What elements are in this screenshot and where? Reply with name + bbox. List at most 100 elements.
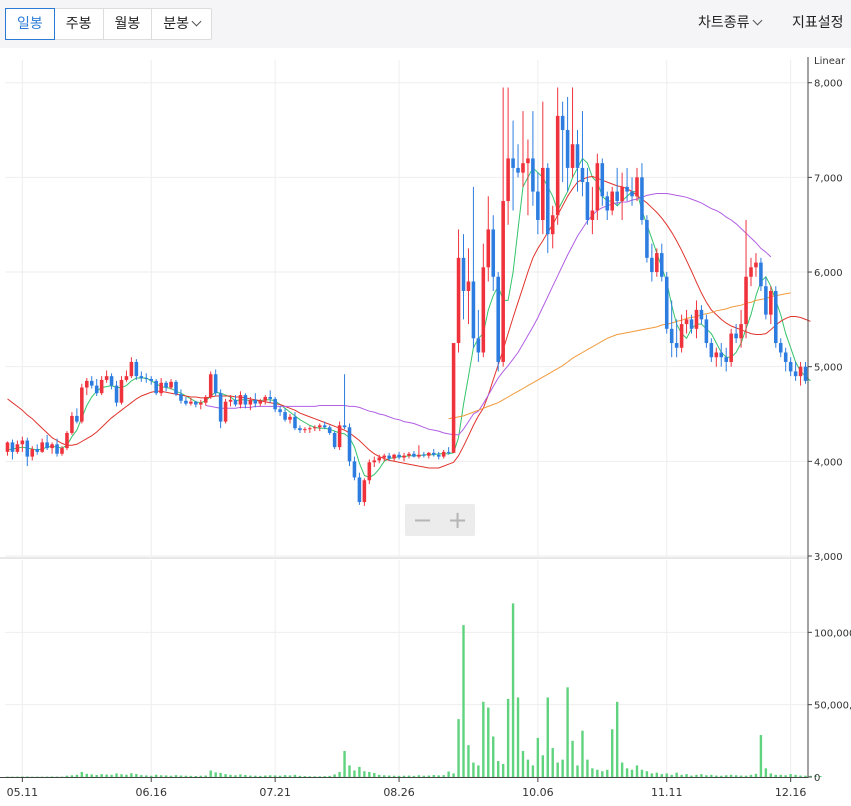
- candle-body: [253, 399, 258, 404]
- volume-bar: [209, 770, 212, 777]
- volume-bar: [80, 771, 84, 777]
- zoom-out-button[interactable]: −: [405, 504, 440, 536]
- candle-body: [684, 319, 689, 325]
- volume-bar: [660, 774, 663, 777]
- candle-body: [273, 398, 277, 410]
- volume-bar: [739, 775, 743, 777]
- volume-bar: [219, 772, 222, 777]
- volume-bar: [511, 603, 515, 777]
- volume-bar: [199, 775, 202, 777]
- price-tick-label: 7,000: [814, 173, 843, 184]
- candle-body: [724, 357, 728, 362]
- candle-body: [526, 158, 530, 164]
- volume-bar: [561, 759, 564, 777]
- volume-bar: [110, 774, 113, 777]
- volume-bar: [333, 774, 336, 777]
- candle-body: [159, 382, 163, 394]
- candle-body: [550, 215, 555, 235]
- volume-bar: [467, 745, 470, 777]
- volume-bar: [556, 762, 559, 777]
- volume-bar: [551, 748, 554, 777]
- volume-bar: [744, 775, 748, 777]
- volume-bar: [615, 701, 619, 777]
- volume-bar: [273, 775, 277, 777]
- volume-bar: [625, 768, 629, 777]
- volume-bar: [596, 769, 599, 777]
- volume-bar: [298, 775, 302, 777]
- volume-bar: [194, 775, 198, 777]
- volume-bar: [288, 775, 292, 777]
- volume-bar: [135, 773, 138, 777]
- candle-body: [501, 201, 505, 362]
- volume-bar: [774, 774, 777, 777]
- volume-bar: [70, 775, 74, 777]
- volume-bar: [417, 775, 421, 777]
- candle-body: [560, 115, 565, 131]
- candle-body: [377, 457, 382, 461]
- candle-body: [565, 130, 570, 168]
- candle-body: [798, 366, 803, 377]
- volume-bar: [581, 730, 584, 777]
- candle-body: [595, 163, 600, 211]
- volume-bar: [150, 775, 153, 777]
- stock-chart[interactable]: 3,000 4,000 5,000 6,000 7,000 8,000 0 50,000,0 1…: [0, 0, 851, 806]
- volume-bar: [313, 776, 316, 777]
- candle-body: [154, 380, 158, 394]
- volume-bar: [566, 687, 569, 777]
- volume-bar: [705, 775, 708, 777]
- volume-bar: [586, 759, 589, 777]
- volume-bar: [462, 625, 465, 777]
- moving-average-lines: [7, 157, 811, 478]
- candle-body: [104, 376, 109, 380]
- volume-bar: [239, 774, 242, 777]
- scale-label[interactable]: Linear: [814, 56, 846, 67]
- volume-bar: [308, 776, 312, 777]
- candle-body: [506, 158, 510, 202]
- volume-bar: [323, 776, 326, 777]
- volume-bar: [442, 775, 445, 777]
- price-tick-label: 5,000: [814, 363, 843, 374]
- volume-bar: [645, 771, 649, 777]
- volume-bar: [665, 773, 668, 777]
- volume-bar: [268, 775, 272, 777]
- volume-bar: [293, 774, 297, 777]
- candle-body: [476, 338, 481, 353]
- volume-bar: [278, 775, 282, 777]
- candle-body: [402, 455, 406, 458]
- candle-body: [461, 257, 466, 291]
- candle-body: [744, 276, 748, 325]
- price-tick-label: 6,000: [814, 268, 843, 279]
- zoom-in-button[interactable]: +: [440, 504, 475, 536]
- volume-bars: [6, 603, 822, 778]
- candle-body: [516, 167, 520, 173]
- volume-bar: [804, 775, 807, 777]
- volume-bar: [254, 775, 257, 777]
- volume-bar: [244, 774, 247, 777]
- candle-body: [754, 262, 758, 268]
- candle-body: [431, 452, 436, 455]
- candle-body: [441, 451, 446, 457]
- candle-body: [392, 454, 396, 459]
- candle-body: [337, 425, 342, 448]
- candle-body: [545, 167, 550, 235]
- candle-body: [436, 454, 441, 457]
- candle-body: [689, 319, 694, 329]
- volume-bar: [516, 697, 520, 777]
- volume-bar: [482, 701, 485, 777]
- candle-body: [793, 371, 798, 377]
- candle-body: [536, 191, 540, 220]
- volume-bar: [670, 774, 673, 777]
- volume-bar: [487, 707, 490, 777]
- volume-bar: [392, 775, 396, 777]
- candle-body: [238, 395, 243, 405]
- volume-bar: [635, 765, 639, 777]
- volume-bar: [50, 776, 54, 777]
- candle-body: [45, 442, 49, 449]
- candle-body: [243, 395, 248, 405]
- volume-bar: [105, 774, 108, 777]
- volume-bar: [85, 773, 88, 777]
- candle-body: [709, 343, 714, 358]
- date-tick-label: 05.11: [7, 786, 39, 799]
- candle-body: [10, 442, 15, 452]
- candle-body: [194, 401, 198, 405]
